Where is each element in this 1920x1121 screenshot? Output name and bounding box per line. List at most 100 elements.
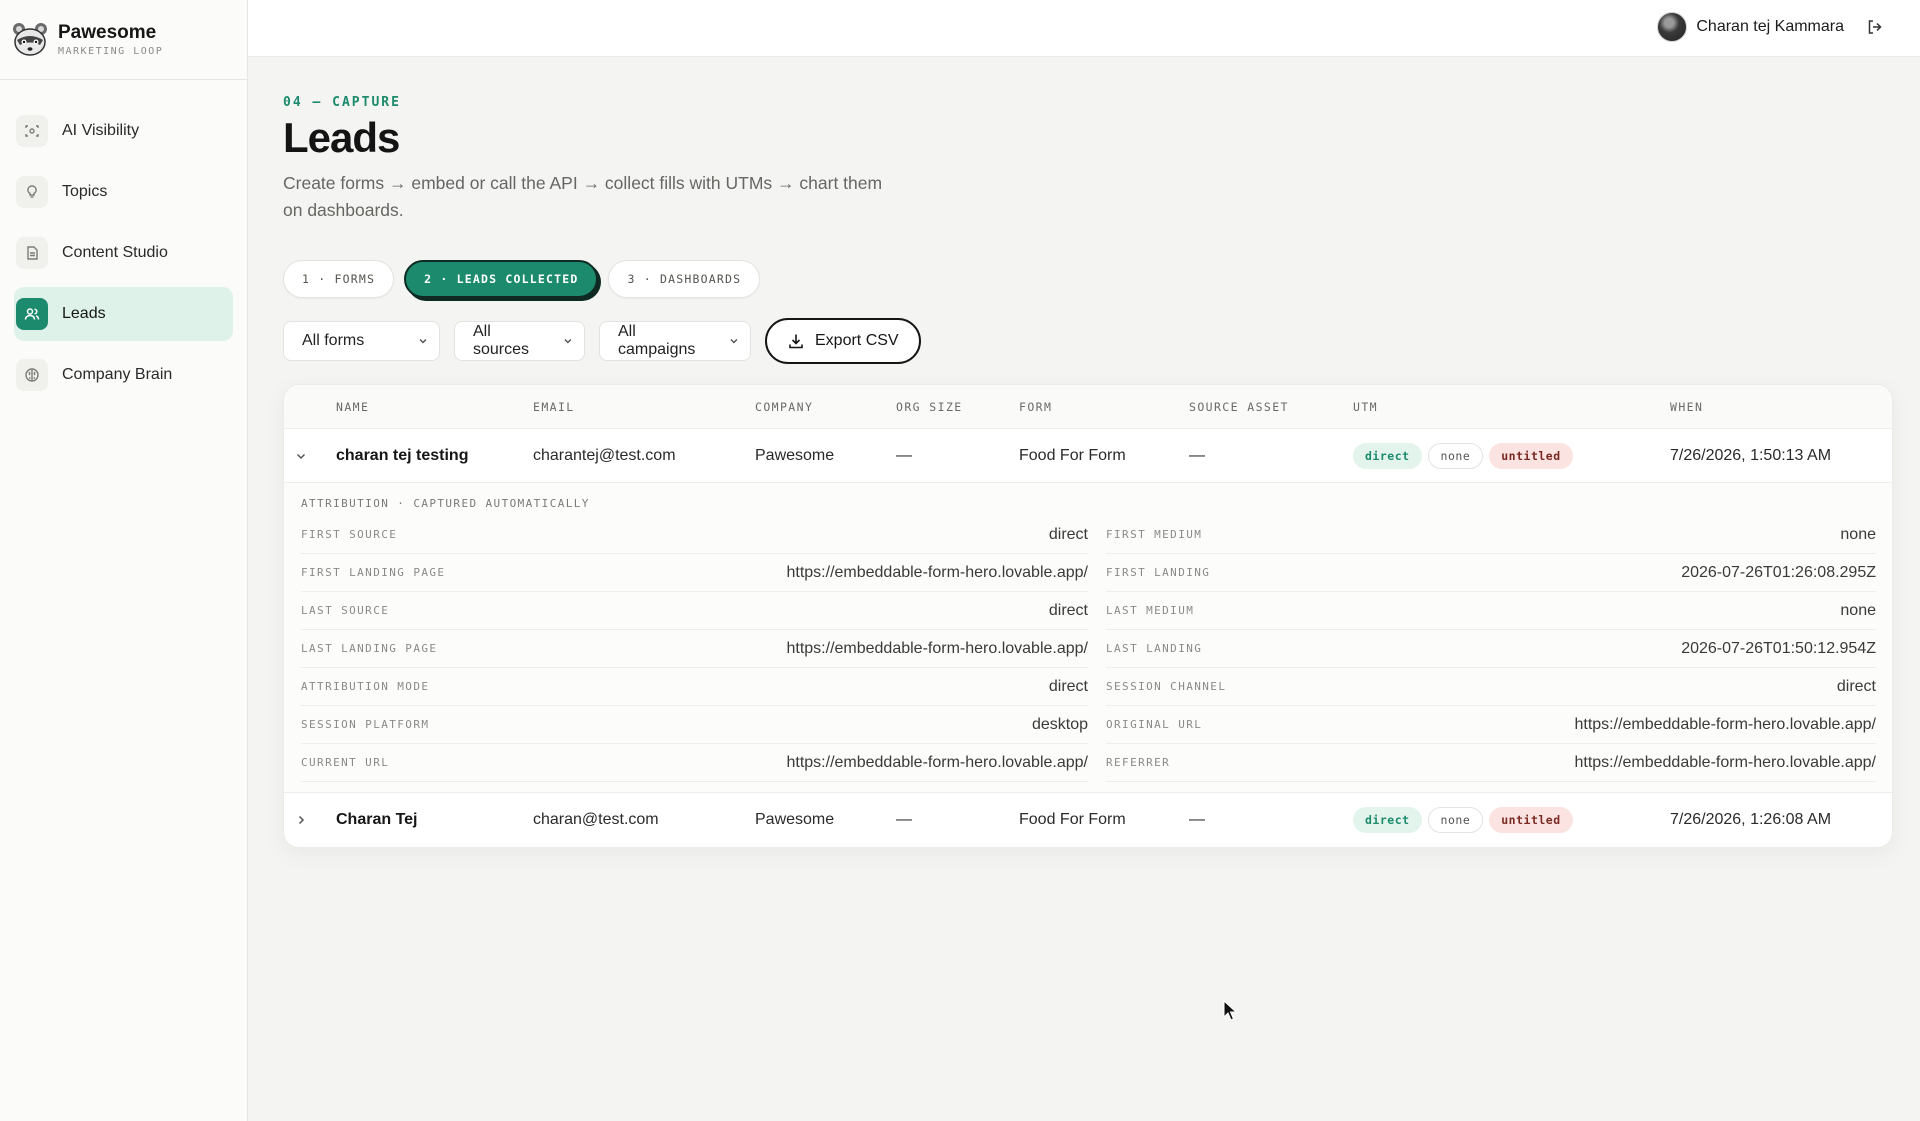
attribution-row-first-source: FIRST SOURCE direct <box>301 516 1088 554</box>
leads-table: NAME EMAIL COMPANY ORG SIZE FORM SOURCE … <box>283 384 1893 848</box>
lead-form: Food For Form <box>1019 811 1126 828</box>
attribution-key: ORIGINAL URL <box>1106 718 1203 731</box>
page-description: Create forms → embed or call the API → c… <box>283 173 883 220</box>
sidebar-item-label: Leads <box>62 305 106 322</box>
attribution-key: REFERRER <box>1106 756 1171 769</box>
attribution-key: FIRST LANDING PAGE <box>301 566 446 579</box>
sidebar-nav: AI Visibility Topics Content Studio Lead… <box>0 80 247 402</box>
tab-forms[interactable]: 1 · FORMS <box>283 260 395 298</box>
lead-company: Pawesome <box>755 811 835 828</box>
campaigns-filter-select[interactable]: All campaigns <box>599 321 751 361</box>
attribution-value: https://embeddable-form-hero.lovable.app… <box>1574 715 1876 733</box>
attribution-row-last-medium: LAST MEDIUM none <box>1106 592 1876 630</box>
sidebar-item-leads[interactable]: Leads <box>14 287 233 341</box>
tab-dashboards[interactable]: 3 · DASHBOARDS <box>608 260 761 298</box>
mouse-cursor-icon <box>1223 1000 1237 1021</box>
attribution-value: https://embeddable-form-hero.lovable.app… <box>1574 753 1876 771</box>
sidebar-item-topics[interactable]: Topics <box>14 165 233 219</box>
campaigns-filter-value: All campaigns <box>618 323 696 358</box>
sidebar-item-label: Content Studio <box>62 244 168 261</box>
sources-filter-select[interactable]: All sources <box>454 321 585 361</box>
utm-source-badge: direct <box>1353 442 1422 469</box>
attribution-grid: FIRST SOURCE direct FIRST LANDING PAGE htt… <box>301 516 1876 782</box>
table-header: NAME EMAIL COMPANY ORG SIZE FORM SOURCE … <box>284 385 1892 429</box>
user-menu[interactable]: Charan tej Kammara <box>1657 12 1884 42</box>
attribution-value: direct <box>1836 677 1876 695</box>
attribution-key: FIRST LANDING <box>1106 566 1211 579</box>
forms-filter-select[interactable]: All forms <box>283 321 440 361</box>
attribution-row-referrer: REFERRER https://embeddable-form-hero.lov… <box>1106 744 1876 782</box>
attribution-value: https://embeddable-form-hero.lovable.app… <box>786 563 1088 581</box>
chevron-down-icon <box>730 338 738 344</box>
attribution-key: LAST SOURCE <box>301 604 390 617</box>
attribution-value: none <box>1840 601 1876 619</box>
avatar[interactable] <box>1657 12 1688 42</box>
sources-filter-value: All sources <box>473 323 530 358</box>
lead-name: Charan Tej <box>336 811 418 828</box>
chevron-right-icon[interactable] <box>294 813 308 827</box>
column-header-name[interactable]: NAME <box>336 400 369 414</box>
lead-org-size: — <box>896 811 912 828</box>
column-header-utm[interactable]: UTM <box>1353 400 1378 414</box>
lead-name: charan tej testing <box>336 446 469 464</box>
attribution-row-session-channel: SESSION CHANNEL direct <box>1106 668 1876 706</box>
attribution-title: ATTRIBUTION · CAPTURED AUTOMATICALLY <box>301 497 590 510</box>
table-row[interactable]: Charan Tej charan@test.com Pawesome — Fo… <box>284 793 1892 847</box>
attribution-value: none <box>1840 525 1876 543</box>
sidebar-item-ai-visibility[interactable]: AI Visibility <box>14 104 233 158</box>
section-tag: 04 — CAPTURE <box>283 95 401 110</box>
sidebar-item-label: Company Brain <box>62 366 173 383</box>
attribution-right-column: FIRST MEDIUM none FIRST LANDING 2026-07-26… <box>1106 516 1876 782</box>
page-title: Leads <box>283 114 400 161</box>
user-name: Charan tej Kammara <box>1696 18 1844 35</box>
top-bar: Charan tej Kammara <box>248 0 1920 57</box>
chevron-down-icon[interactable] <box>294 449 308 463</box>
logout-icon[interactable] <box>1866 18 1884 36</box>
column-header-form[interactable]: FORM <box>1019 400 1052 414</box>
attribution-value: https://embeddable-form-hero.lovable.app… <box>786 753 1088 771</box>
column-header-company[interactable]: COMPANY <box>755 400 813 414</box>
attribution-value: desktop <box>1031 715 1088 733</box>
raccoon-logo-icon <box>13 22 47 56</box>
column-header-email[interactable]: EMAIL <box>533 400 575 414</box>
attribution-value: https://embeddable-form-hero.lovable.app… <box>786 639 1088 657</box>
attribution-key: LAST LANDING PAGE <box>301 642 438 655</box>
tab-leads-collected[interactable]: 2 · LEADS COLLECTED <box>404 260 599 298</box>
scan-eye-icon <box>16 115 48 147</box>
sidebar-item-label: Topics <box>62 183 108 200</box>
brand[interactable]: Pawesome MARKETING LOOP <box>0 0 247 80</box>
attribution-key: FIRST MEDIUM <box>1106 528 1203 541</box>
brain-icon <box>16 359 48 391</box>
utm-source-badge: direct <box>1353 807 1422 833</box>
attribution-key: LAST MEDIUM <box>1106 604 1195 617</box>
sidebar-item-content-studio[interactable]: Content Studio <box>14 226 233 280</box>
sidebar: Pawesome MARKETING LOOP AI Visibility To… <box>0 0 248 1121</box>
attribution-key: LAST LANDING <box>1106 642 1203 655</box>
lead-form: Food For Form <box>1019 446 1126 464</box>
attribution-row-last-source: LAST SOURCE direct <box>301 592 1088 630</box>
filters-bar: All forms All sources All campaigns Expo… <box>283 318 1893 364</box>
column-header-source-asset[interactable]: SOURCE ASSET <box>1189 400 1289 414</box>
utm-campaign-badge: untitled <box>1489 807 1573 833</box>
attribution-value: direct <box>1048 525 1088 543</box>
column-header-when[interactable]: WHEN <box>1670 400 1703 414</box>
attribution-panel: ATTRIBUTION · CAPTURED AUTOMATICALLY FIR… <box>284 483 1892 793</box>
attribution-key: FIRST SOURCE <box>301 528 398 541</box>
table-row[interactable]: charan tej testing charantej@test.com Pa… <box>284 429 1892 483</box>
lightbulb-icon <box>16 176 48 208</box>
lead-source-asset: — <box>1189 811 1205 828</box>
lead-utm-badges: direct none untitled <box>1353 807 1579 833</box>
utm-medium-badge: none <box>1427 807 1484 833</box>
export-csv-button[interactable]: Export CSV <box>765 318 921 364</box>
document-icon <box>16 237 48 269</box>
column-header-org-size[interactable]: ORG SIZE <box>896 400 963 414</box>
attribution-value: direct <box>1048 601 1088 619</box>
attribution-row-original-url: ORIGINAL URL https://embeddable-form-hero… <box>1106 706 1876 744</box>
attribution-row-last-landing-page: LAST LANDING PAGE https://embeddable-form… <box>301 630 1088 668</box>
sidebar-item-label: AI Visibility <box>62 122 140 139</box>
sidebar-item-company-brain[interactable]: Company Brain <box>14 348 233 402</box>
attribution-row-last-landing: LAST LANDING 2026-07-26T01:50:12.954Z <box>1106 630 1876 668</box>
chevron-down-icon <box>419 338 427 344</box>
chevron-down-icon <box>564 338 572 344</box>
download-icon <box>789 334 803 349</box>
